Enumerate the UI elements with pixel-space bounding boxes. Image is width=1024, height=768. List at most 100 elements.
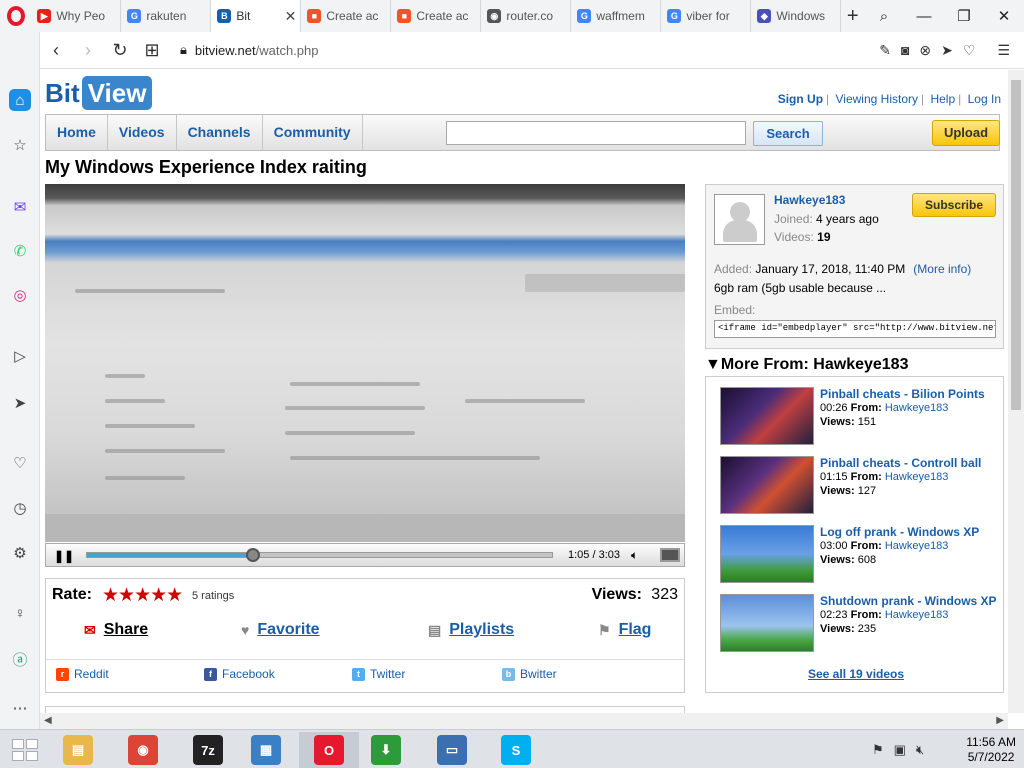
bookmark-heart-icon[interactable]: ♡ (963, 42, 976, 59)
volume-muted-icon[interactable]: 🔇︎ (916, 742, 924, 758)
taskbar-opera-button[interactable]: O (299, 732, 359, 768)
flag-button[interactable]: ⚑ Flag (598, 621, 651, 639)
scroll-right-arrow-icon[interactable]: ▶ (996, 715, 1004, 726)
scroll-thumb[interactable] (1011, 80, 1021, 410)
aria-icon[interactable]: ⓐ (9, 648, 31, 670)
viewing-history-link[interactable]: Viewing History (836, 92, 918, 106)
messenger-icon[interactable]: ✉ (9, 196, 31, 218)
seek-bar[interactable] (86, 548, 553, 562)
browser-tab[interactable]: ■ Create ac (301, 0, 392, 32)
nav-community[interactable]: Community (263, 115, 363, 150)
see-all-videos-link[interactable]: See all 19 videos (808, 667, 904, 681)
fullscreen-button[interactable] (660, 548, 680, 562)
heart-icon[interactable]: ♡ (9, 452, 31, 474)
taskbar-chrome-button[interactable]: ◉ (113, 732, 173, 768)
help-link[interactable]: Help (930, 92, 955, 106)
forward-button[interactable]: › (72, 40, 104, 61)
taskbar-explorer-button[interactable]: ▤ (48, 732, 108, 768)
opera-menu-button[interactable] (0, 0, 31, 32)
video-thumbnail[interactable] (720, 525, 814, 583)
share-button[interactable]: ✉ Share (84, 621, 148, 639)
taskbar-computer-button[interactable]: ▭ (422, 732, 482, 768)
action-center-flag-icon[interactable]: ⚑ (872, 742, 884, 758)
browser-tab[interactable]: Gviber for (661, 0, 752, 32)
browser-tab[interactable]: ◉ router.co (481, 0, 572, 32)
volume-icon[interactable]: 🔈︎ (631, 548, 638, 563)
reddit-share[interactable]: r Reddit (56, 667, 109, 681)
clock[interactable]: 11:56 AM 5/7/2022 (966, 735, 1016, 765)
more-info-link[interactable]: (More info) (913, 262, 971, 276)
embed-code-field[interactable]: <iframe id="embedplayer" src="http://www… (714, 320, 996, 338)
related-video-title[interactable]: Pinball cheats - Bilion Points (820, 387, 985, 401)
signup-link[interactable]: Sign Up (778, 92, 823, 106)
upload-button[interactable]: Upload (932, 120, 1000, 146)
scroll-left-arrow-icon[interactable]: ◀ (44, 715, 52, 726)
pause-button[interactable]: ❚❚ (54, 549, 74, 563)
new-tab-button[interactable]: + (841, 5, 864, 28)
network-icon[interactable]: ▣ (894, 742, 906, 758)
nav-channels[interactable]: Channels (177, 115, 263, 150)
video-thumbnail[interactable] (720, 387, 814, 445)
related-video-author[interactable]: Hawkeye183 (885, 609, 949, 621)
browser-tab[interactable]: B Bit ✕ (211, 0, 302, 32)
bitview-logo[interactable]: Bit View (45, 76, 153, 110)
search-input[interactable] (446, 121, 746, 145)
taskbar-7zip-button[interactable]: 7z (178, 732, 238, 768)
video-thumbnail[interactable] (720, 594, 814, 652)
subscribe-button[interactable]: Subscribe (912, 193, 996, 217)
login-link[interactable]: Log In (968, 92, 1001, 106)
url-field[interactable]: 🔒︎ bitview.net/watch.php (180, 42, 319, 58)
restore-button[interactable]: ❐ (944, 0, 984, 32)
related-video-author[interactable]: Hawkeye183 (885, 402, 949, 414)
close-window-button[interactable]: ✕ (984, 0, 1024, 32)
video-thumbnail[interactable] (720, 456, 814, 514)
instagram-icon[interactable]: ◎ (9, 284, 31, 306)
browser-tab[interactable]: ▶ Why Peo (31, 0, 122, 32)
related-video-title[interactable]: Log off prank - Windows XP (820, 525, 979, 539)
settings-gear-icon[interactable]: ⚙ (9, 542, 31, 564)
browser-tab[interactable]: Gwaffmem (571, 0, 662, 32)
seek-knob[interactable] (246, 548, 260, 562)
video-player[interactable] (45, 184, 685, 542)
nav-home[interactable]: Home (46, 115, 108, 150)
back-button[interactable]: ‹ (40, 40, 72, 61)
taskbar-download-button[interactable]: ⬇ (356, 732, 416, 768)
horizontal-scrollbar[interactable]: ◀ ▶ (40, 713, 1008, 729)
minimize-button[interactable]: — (904, 0, 944, 32)
playlists-button[interactable]: ▤ Playlists (428, 621, 514, 639)
bwitter-share[interactable]: b Bwitter (502, 667, 557, 681)
close-tab-icon[interactable]: ✕ (285, 8, 297, 25)
whatsapp-icon[interactable]: ✆ (9, 240, 31, 262)
taskbar-skype-button[interactable]: S (486, 732, 546, 768)
vertical-scrollbar[interactable] (1008, 70, 1024, 713)
taskbar-control-panel-button[interactable]: ▦ (236, 732, 296, 768)
tab-search-icon[interactable]: ⌕ (864, 0, 904, 32)
rating-stars[interactable]: ★★★★★ (102, 584, 183, 607)
send-icon[interactable]: ➤ (9, 392, 31, 414)
related-video-title[interactable]: Pinball cheats - Controll ball (820, 456, 981, 470)
start-button[interactable] (12, 739, 38, 761)
tabs-grid-icon[interactable]: ⊞ (136, 40, 168, 61)
player-icon[interactable]: ▷ (9, 345, 31, 367)
more-from-header[interactable]: ▼More From: Hawkeye183 (705, 356, 908, 374)
home-icon[interactable]: ⌂ (9, 89, 31, 111)
channel-avatar[interactable] (714, 194, 765, 245)
easy-setup-icon[interactable]: ☰ (997, 42, 1010, 59)
block-icon[interactable]: ⊗ (919, 42, 931, 59)
more-dots-icon[interactable]: ⋯ (9, 697, 31, 719)
related-video-title[interactable]: Shutdown prank - Windows XP (820, 594, 997, 608)
twitter-share[interactable]: t Twitter (352, 667, 405, 681)
nav-videos[interactable]: Videos (108, 115, 177, 150)
video-frame[interactable] (45, 184, 685, 542)
favorite-button[interactable]: ♥ Favorite (241, 621, 320, 639)
channel-name-link[interactable]: Hawkeye183 (774, 193, 845, 207)
history-clock-icon[interactable]: ◷ (9, 497, 31, 519)
edit-icon[interactable]: ✎ (879, 42, 891, 59)
send-tab-icon[interactable]: ➤ (941, 42, 953, 59)
reload-button[interactable]: ↻ (104, 40, 136, 61)
snapshot-camera-icon[interactable]: ◙ (901, 42, 909, 59)
browser-tab[interactable]: ■ Create ac (391, 0, 482, 32)
facebook-share[interactable]: f Facebook (204, 667, 275, 681)
speed-dial-icon[interactable]: ☆ (9, 134, 31, 156)
related-video-author[interactable]: Hawkeye183 (885, 471, 949, 483)
